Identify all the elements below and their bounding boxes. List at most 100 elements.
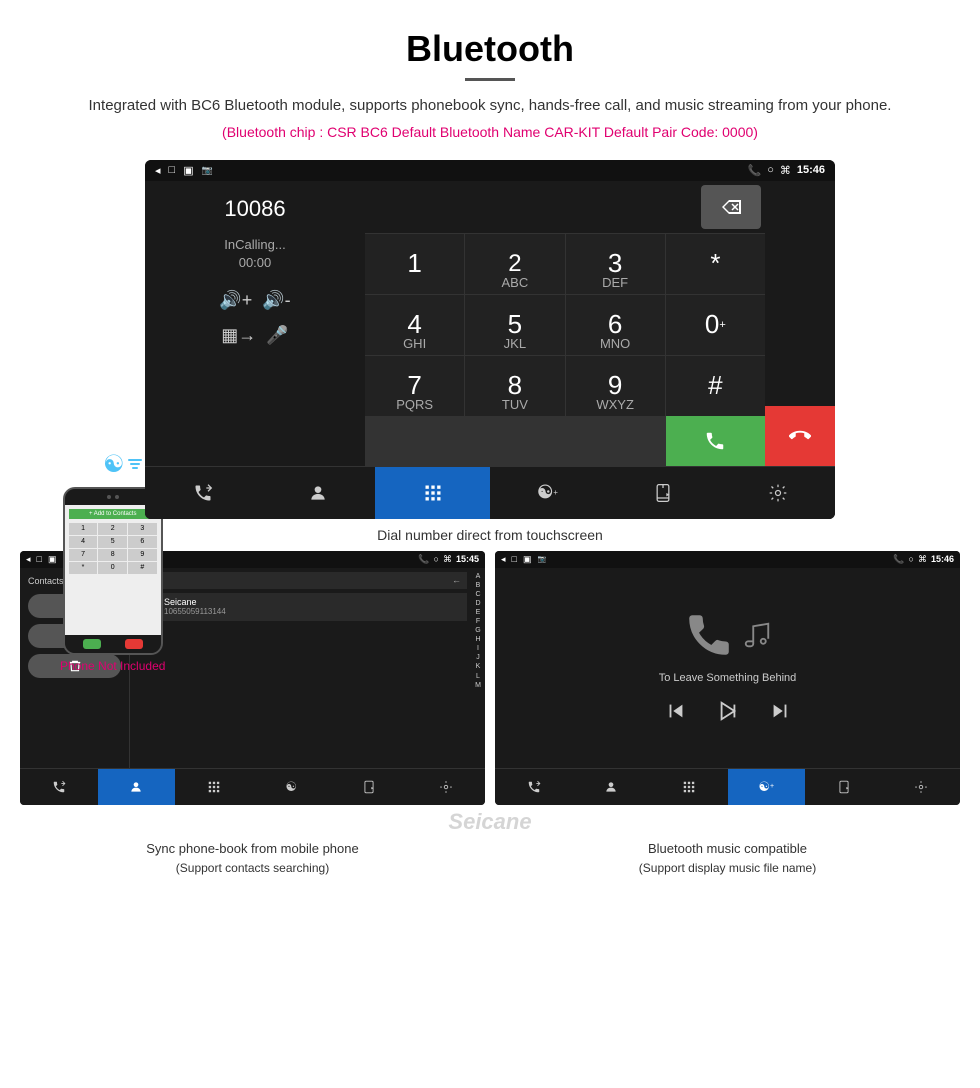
location-icon: ○	[767, 164, 774, 176]
music-icon-area	[684, 610, 772, 660]
phone-transfer-btn-ms[interactable]	[805, 769, 883, 805]
bluetooth-btn-ms[interactable]: ☯+	[728, 769, 806, 805]
left-caption: Sync phone-book from mobile phone(Suppor…	[20, 839, 485, 878]
music-note-icon	[742, 620, 772, 650]
dialer-number: 10086	[224, 196, 285, 222]
back-icon: ◂	[155, 164, 161, 177]
backspace-key[interactable]	[701, 185, 761, 229]
right-caption: Bluetooth music compatible(Support displ…	[495, 839, 960, 878]
contacts-btn-ms[interactable]	[573, 769, 651, 805]
time-display: 15:46	[797, 164, 825, 176]
key-hash[interactable]: #	[666, 356, 765, 416]
main-screen-container: ◂ □ ▣ 📷 📞 ○ ⌘ 15:46 10086 In	[0, 160, 980, 519]
search-input-display[interactable]: |	[154, 575, 448, 586]
page-header: Bluetooth Integrated with BC6 Bluetooth …	[0, 0, 980, 150]
contacts-btn-sm[interactable]	[98, 769, 176, 805]
call-btn-sm[interactable]	[20, 769, 98, 805]
window-icon: □	[169, 164, 176, 176]
header-description: Integrated with BC6 Bluetooth module, su…	[60, 95, 920, 118]
play-pause-button[interactable]	[717, 700, 739, 728]
key-1[interactable]: 1	[365, 234, 464, 294]
dialer-bottom-bar: ☯ +	[145, 466, 835, 519]
end-call-button[interactable]	[765, 406, 835, 466]
backspace-icon-sm: ←	[452, 575, 461, 585]
bluetooth-button[interactable]: ☯ +	[490, 467, 605, 519]
key-4[interactable]: 4GHI	[365, 295, 464, 355]
window-icon-ms: □	[512, 554, 517, 564]
answer-call-button[interactable]	[666, 416, 765, 466]
wifi-icon-ms: ⌘	[918, 554, 927, 565]
keypad-btn-sm[interactable]	[175, 769, 253, 805]
header-specs: (Bluetooth chip : CSR BC6 Default Blueto…	[60, 124, 920, 140]
key-star[interactable]: *	[666, 234, 765, 294]
main-screen: ◂ □ ▣ 📷 📞 ○ ⌘ 15:46 10086 In	[145, 160, 835, 519]
square-icon-sm: ▣	[48, 554, 57, 565]
key-8[interactable]: 8TUV	[465, 356, 564, 416]
sim-icon-ms: 📷	[537, 555, 546, 563]
wifi-icon: ⌘	[780, 164, 791, 177]
call-btn-ms[interactable]	[495, 769, 573, 805]
keypad-button[interactable]	[375, 467, 490, 519]
sim-icon: 📷	[202, 165, 213, 176]
transfer-controls: ▦→ 🎤	[221, 325, 288, 346]
contacts-button[interactable]	[260, 467, 375, 519]
location-icon-ms: ○	[909, 554, 914, 564]
back-icon-ms: ◂	[501, 554, 506, 565]
key-7[interactable]: 7PQRS	[365, 356, 464, 416]
transfer-icon[interactable]: ▦→	[221, 325, 256, 346]
window-icon-sm: □	[37, 554, 42, 564]
location-icon-sm: ○	[434, 554, 439, 564]
music-bottom-bar: ☯+	[495, 768, 960, 805]
back-icon-sm: ◂	[26, 554, 31, 565]
music-screen: ◂ □ ▣ 📷 📞 ○ ⌘ 15:46	[495, 551, 960, 805]
bluetooth-signal-icon: ☯	[103, 450, 125, 479]
keypad-btn-ms[interactable]	[650, 769, 728, 805]
square-icon-ms: ▣	[523, 554, 532, 565]
phone-transfer-button[interactable]	[605, 467, 720, 519]
contacts-time: 15:45	[456, 554, 479, 564]
song-title: To Leave Something Behind	[659, 672, 797, 684]
mic-icon[interactable]: 🎤	[266, 325, 288, 346]
volume-controls: 🔊+ 🔊-	[219, 290, 290, 311]
phone-transfer-btn-sm[interactable]	[330, 769, 408, 805]
signal-waves	[128, 459, 142, 469]
phone-icon-ms: 📞	[893, 554, 904, 565]
bluetooth-btn-sm[interactable]: ☯	[253, 769, 331, 805]
dialer-status: InCalling... 00:00	[224, 236, 285, 272]
contact-details: Seicane 10655059113144	[164, 597, 226, 616]
key-5[interactable]: 5JKL	[465, 295, 564, 355]
status-bar-left: ◂ □ ▣ 📷	[155, 164, 213, 177]
volume-up-icon[interactable]: 🔊+	[219, 290, 252, 311]
key-0plus[interactable]: 0+	[666, 295, 765, 355]
key-6[interactable]: 6MNO	[566, 295, 665, 355]
settings-btn-sm[interactable]	[408, 769, 486, 805]
settings-button[interactable]	[720, 467, 835, 519]
main-status-bar: ◂ □ ▣ 📷 📞 ○ ⌘ 15:46	[145, 160, 835, 181]
contacts-bottom-bar: ☯	[20, 768, 485, 805]
phone-icon-sm: 📞	[418, 554, 429, 565]
music-controls	[665, 700, 791, 728]
wifi-icon-sm: ⌘	[443, 554, 452, 565]
status-bar-right: 📞 ○ ⌘ 15:46	[748, 164, 826, 177]
settings-btn-ms[interactable]	[883, 769, 961, 805]
header-divider	[465, 78, 515, 81]
square-icon: ▣	[183, 164, 193, 177]
alpha-list: A B C D E F G H I J K L M	[471, 568, 485, 768]
music-screen-wrap: ◂ □ ▣ 📷 📞 ○ ⌘ 15:46	[495, 551, 960, 805]
bottom-captions: Sync phone-book from mobile phone(Suppor…	[0, 839, 980, 878]
volume-down-icon[interactable]: 🔊-	[262, 290, 290, 311]
call-transfer-button[interactable]	[145, 467, 260, 519]
key-2[interactable]: 2ABC	[465, 234, 564, 294]
next-track-button[interactable]	[769, 700, 791, 728]
contact-list-item[interactable]: Seicane 10655059113144	[134, 593, 467, 621]
music-time: 15:46	[931, 554, 954, 564]
page-title: Bluetooth	[60, 28, 920, 70]
key-9[interactable]: 9WXYZ	[566, 356, 665, 416]
key-3[interactable]: 3DEF	[566, 234, 665, 294]
music-status-bar: ◂ □ ▣ 📷 📞 ○ ⌘ 15:46	[495, 551, 960, 568]
phone-music-icon	[684, 610, 734, 660]
phone-icon: 📞	[748, 164, 762, 177]
contacts-search-bar: | ←	[134, 572, 467, 589]
dialer-left: 10086 InCalling... 00:00 🔊+ 🔊- ▦→ 🎤	[145, 181, 365, 466]
prev-track-button[interactable]	[665, 700, 687, 728]
